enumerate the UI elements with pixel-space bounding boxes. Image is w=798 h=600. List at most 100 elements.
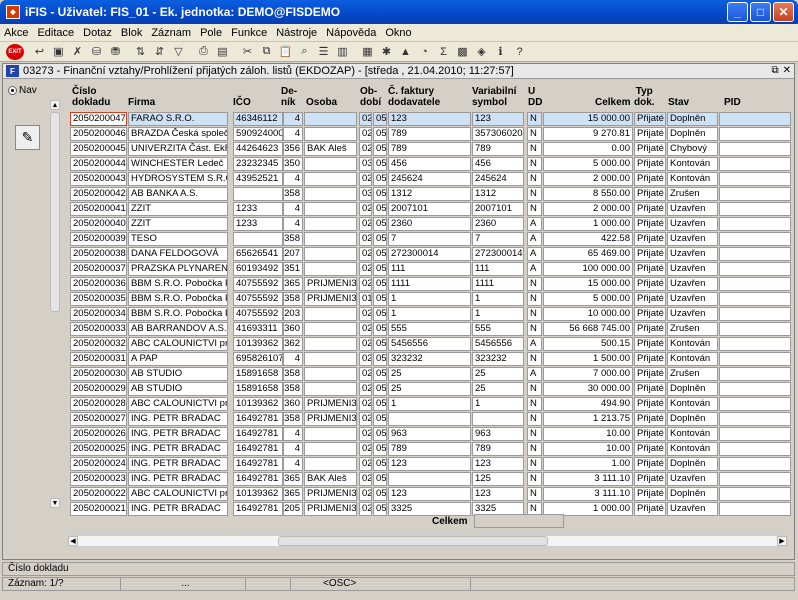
database-icon[interactable]: ⛁ [87,43,106,61]
scroll-right-icon[interactable]: ▶ [777,536,787,546]
table-row[interactable]: 2050200037PRAZSKA PLYNARENSK 60193492351 0… [68,262,792,277]
scroll-down-icon[interactable]: ▼ [50,498,60,508]
back-icon[interactable]: ↩ [30,43,49,61]
cell-typ[interactable]: Přijaté zá [634,157,666,171]
cell-obdobi[interactable]: 02 [359,322,372,336]
cell-ico[interactable]: 6958261078 [233,352,283,366]
cell-firma[interactable]: WINCHESTER Ledeč [128,157,228,171]
cell-cislo[interactable]: 2050200036 [70,277,127,291]
cell-cfaktury[interactable]: 5456556 [388,337,471,351]
cell-stav[interactable]: Zrušen [667,367,718,381]
cell-stav[interactable]: Uzavřen [667,202,718,216]
cell-cislo[interactable]: 2050200043 [70,172,127,186]
menu-8[interactable]: Nápověda [326,27,376,39]
cell-ico[interactable]: 16492781 [233,472,283,486]
cell-osoba[interactable] [304,217,357,231]
cell-cislo[interactable]: 2050200025 [70,442,127,456]
preview-icon[interactable]: ▤ [213,43,232,61]
cell-rok[interactable]: 05 [373,247,387,261]
cell-typ[interactable]: Přijaté zá [634,457,666,471]
cell-osoba[interactable] [304,367,357,381]
cell-cfaktury[interactable]: 963 [388,427,471,441]
cell-firma[interactable]: PRAZSKA PLYNARENSK [128,262,228,276]
cell-obdobi[interactable]: 02 [359,172,372,186]
cell-denik[interactable]: 356 [283,142,303,156]
cell-cislo[interactable]: 2050200042 [70,187,127,201]
cell-osoba[interactable]: PRIJMENI3547 [304,277,357,291]
cell-udd[interactable]: N [527,127,542,141]
cell-celkem[interactable]: 65 469.00 [543,247,633,261]
cell-obdobi[interactable]: 02 [359,142,372,156]
cell-rok[interactable]: 05 [373,202,387,216]
table-row[interactable]: 2050200043 HYDROSYSTEM S.R.O. 43952521 4 02 0… [68,172,792,187]
cell-celkem[interactable]: 15 000.00 [543,112,633,126]
cell-osoba[interactable] [304,262,357,276]
cell-stav[interactable]: Kontován [667,427,718,441]
cell-cislo[interactable]: 2050200024 [70,457,127,471]
table-row[interactable]: 2050200022ABC CALOUNICTVI provo101393623… [68,487,792,502]
cell-stav[interactable]: Uzavřen [667,262,718,276]
database-query-icon[interactable]: ⛃ [106,43,125,61]
cell-pid[interactable] [719,247,791,261]
cell-cislo[interactable]: 2050200023 [70,472,127,486]
cell-rok[interactable]: 05 [373,292,387,306]
cell-vs[interactable]: 272300014 [472,247,524,261]
cell-celkem[interactable]: 0.00 [543,142,633,156]
cell-cislo[interactable]: 2050200022 [70,487,127,501]
cell-firma[interactable]: ABC CALOUNICTVI provo [128,487,228,501]
cell-vs[interactable] [472,412,524,426]
cell-typ[interactable]: Přijaté zá [634,412,666,426]
cell-denik[interactable]: 365 [283,277,303,291]
cell-firma[interactable]: ING. PETR BRADAC [128,502,228,516]
table-row[interactable]: 2050200036BBM S.R.O. Pobočka Prah 4075559… [68,277,792,292]
cell-ico[interactable]: 40755592 [233,277,283,291]
cell-firma[interactable]: FARAO S.R.O. [128,112,228,126]
cell-cfaktury[interactable]: 123 [388,112,471,126]
table-row[interactable]: 2050200033 AB BARRANDOV A.S. 41693311 360 02… [68,322,792,337]
columns-icon[interactable]: ▥ [333,43,352,61]
cell-celkem[interactable]: 1 500.00 [543,352,633,366]
cell-osoba[interactable]: PRIJMENI3547 [304,502,357,516]
cell-rok[interactable]: 05 [373,352,387,366]
cell-firma[interactable]: ING. PETR BRADAC [128,442,228,456]
cell-ico[interactable] [233,232,283,246]
find-icon[interactable]: ⌕ [295,43,314,61]
cell-typ[interactable]: Přijaté zá [634,277,666,291]
cell-celkem[interactable]: 2 000.00 [543,202,633,216]
cell-vs[interactable]: 963 [472,427,524,441]
cell-osoba[interactable]: PRIJMENI3547 [304,487,357,501]
cell-stav[interactable]: Kontován [667,337,718,351]
cell-stav[interactable]: Doplněn [667,112,718,126]
cell-rok[interactable]: 05 [373,112,387,126]
cell-stav[interactable]: Uzavřen [667,472,718,486]
cell-firma[interactable]: AB STUDIO [128,382,228,396]
cell-obdobi[interactable]: 02 [359,217,372,231]
close-form-icon[interactable]: ✕ [783,65,791,76]
cell-typ[interactable]: Přijaté zá [634,322,666,336]
menu-3[interactable]: Blok [121,27,142,39]
cell-osoba[interactable] [304,157,357,171]
cell-ico[interactable]: 10139362 [233,337,283,351]
cell-cislo[interactable]: 2050200039 [70,232,127,246]
cell-ico[interactable]: 1233 [233,202,283,216]
cell-cfaktury[interactable]: 272300014 [388,247,471,261]
cell-stav[interactable]: Doplněn [667,457,718,471]
cell-typ[interactable]: Přijaté zá [634,127,666,141]
cell-vs[interactable]: 25 [472,382,524,396]
cell-cfaktury[interactable]: 7 [388,232,471,246]
cell-pid[interactable] [719,322,791,336]
cell-cfaktury[interactable]: 789 [388,142,471,156]
table-row[interactable]: 2050200030 AB STUDIO 15891658 358 02 05 25 25 A 7… [68,367,792,382]
cell-vs[interactable]: 3573060204 [472,127,524,141]
cell-vs[interactable]: 1312 [472,187,524,201]
cell-obdobi[interactable]: 02 [359,202,372,216]
cell-vs[interactable]: 1111 [472,277,524,291]
menu-7[interactable]: Nástroje [276,27,317,39]
cell-obdobi[interactable]: 02 [359,502,372,516]
cell-obdobi[interactable]: 02 [359,412,372,426]
cell-pid[interactable] [719,202,791,216]
cell-celkem[interactable]: 500.15 [543,337,633,351]
minimize-button[interactable]: _ [727,2,748,22]
cell-cfaktury[interactable]: 789 [388,127,471,141]
cell-pid[interactable] [719,262,791,276]
